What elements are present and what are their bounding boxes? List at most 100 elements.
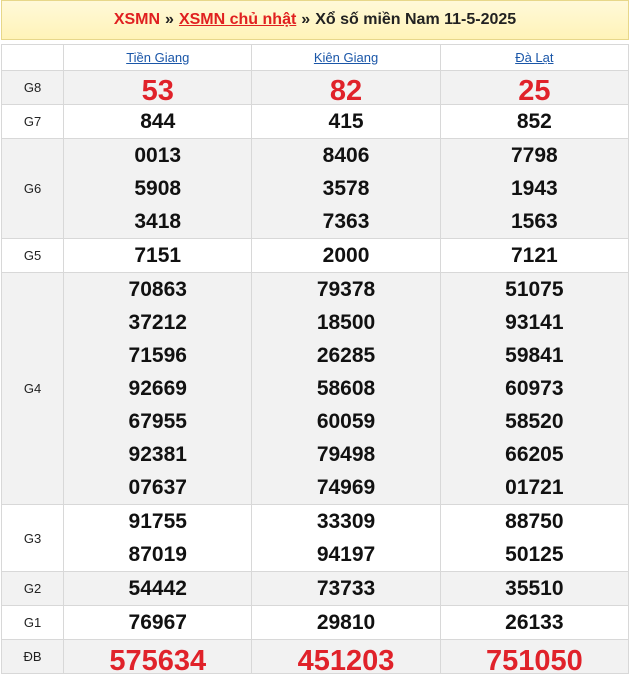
lottery-number: 852 (516, 110, 552, 133)
prize-cell: 70863 37212 71596 92669 67955 92381 07637 (63, 272, 253, 505)
lottery-number: 35510 (505, 577, 564, 600)
lottery-number: 58520 (505, 410, 564, 433)
lottery-number: 3418 (134, 210, 182, 233)
prize-cell: 8406 3578 7363 (251, 138, 441, 239)
lottery-number: 26285 (316, 344, 376, 367)
prize-cell: 88750 50125 (439, 504, 630, 572)
lottery-number: 92669 (128, 377, 187, 400)
prize-cell: 25 (439, 70, 630, 107)
lottery-number: 33309 (316, 510, 376, 533)
prize-row-g3: G3 91755 87019 33309 94197 88750 50125 (0, 504, 630, 572)
lottery-number: 74969 (316, 476, 376, 499)
prize-header-blank (0, 44, 65, 71)
lottery-number: 01721 (505, 476, 564, 499)
lottery-number: 60973 (505, 377, 564, 400)
prize-cell: 7121 (439, 238, 630, 273)
lottery-number: 7151 (134, 244, 182, 267)
prize-cell: 451203 (251, 639, 441, 677)
prize-cell: 0013 5908 3418 (63, 138, 253, 239)
prize-cell: 29810 (251, 605, 441, 640)
lottery-number: 18500 (316, 311, 376, 334)
prize-cell: 73733 (251, 571, 441, 606)
prize-cell: 415 (251, 104, 441, 139)
lottery-number: 54442 (128, 577, 187, 600)
prize-label: G4 (0, 272, 65, 505)
lottery-number: 844 (140, 110, 176, 133)
results-body: G8 53 82 25 G7 844 415 852 G6 0013 5908 3418 8406 357… (0, 70, 630, 677)
breadcrumb-section-link[interactable]: XSMN chủ nhật (179, 11, 296, 29)
prize-cell: 852 (439, 104, 630, 139)
prize-cell: 33309 94197 (251, 504, 441, 572)
prize-cell: 35510 (439, 571, 630, 606)
province-header-row: Tiền Giang Kiên Giang Đà Lạt (0, 44, 630, 71)
lottery-number: 7798 (510, 144, 558, 167)
lottery-number: 71596 (128, 344, 187, 367)
lottery-number: 67955 (128, 410, 187, 433)
lottery-number: 76967 (128, 611, 187, 634)
breadcrumb: XSMN » XSMN chủ nhật » Xổ số miền Nam 11… (1, 0, 629, 40)
province-link-kien-giang[interactable]: Kiên Giang (314, 50, 378, 65)
lottery-number: 07637 (128, 476, 187, 499)
breadcrumb-home-link[interactable]: XSMN (114, 11, 160, 29)
lottery-number: 415 (328, 110, 364, 133)
prize-cell: 82 (251, 70, 441, 107)
prize-label: G3 (0, 504, 65, 572)
lottery-number: 51075 (505, 278, 564, 301)
prize-row-g8: G8 53 82 25 (0, 70, 630, 107)
prize-label: G6 (0, 138, 65, 239)
lottery-number: 59841 (505, 344, 564, 367)
lottery-number: 8406 (322, 144, 370, 167)
lottery-number: 7363 (322, 210, 370, 233)
lottery-number: 26133 (505, 611, 564, 634)
prize-cell: 2000 (251, 238, 441, 273)
lottery-number: 751050 (485, 645, 583, 677)
prize-cell: 51075 93141 59841 60973 58520 66205 01721 (439, 272, 630, 505)
prize-cell: 91755 87019 (63, 504, 253, 572)
lottery-number: 3578 (322, 177, 370, 200)
prize-label: G8 (0, 70, 65, 105)
prize-row-g7: G7 844 415 852 (0, 104, 630, 139)
lottery-number: 451203 (297, 645, 395, 677)
lottery-number: 93141 (505, 311, 564, 334)
lottery-number: 25 (518, 75, 551, 107)
page-title: Xổ số miền Nam 11-5-2025 (315, 11, 517, 28)
prize-row-đb: ĐB 575634 451203 751050 (0, 639, 630, 677)
province-link-tien-giang[interactable]: Tiền Giang (126, 50, 189, 65)
province-header: Tiền Giang (63, 44, 253, 71)
results-table: Tiền Giang Kiên Giang Đà Lạt G8 53 82 25 G7 8… (0, 44, 630, 677)
province-link-da-lat[interactable]: Đà Lạt (515, 50, 553, 65)
prize-row-g1: G1 76967 29810 26133 (0, 605, 630, 640)
prize-cell: 575634 (63, 639, 253, 677)
lottery-number: 1943 (510, 177, 558, 200)
prize-cell: 7151 (63, 238, 253, 273)
prize-label: ĐB (0, 639, 65, 674)
prize-cell: 76967 (63, 605, 253, 640)
lottery-number: 79378 (316, 278, 376, 301)
lottery-number: 575634 (109, 645, 207, 677)
province-header: Kiên Giang (251, 44, 441, 71)
lottery-number: 1563 (510, 210, 558, 233)
prize-cell: 7798 1943 1563 (439, 138, 630, 239)
prize-row-g5: G5 7151 2000 7121 (0, 238, 630, 273)
lottery-number: 5908 (134, 177, 182, 200)
prize-cell: 53 (63, 70, 253, 107)
breadcrumb-separator: » (165, 11, 174, 28)
prize-cell: 751050 (439, 639, 630, 677)
lottery-number: 73733 (316, 577, 376, 600)
prize-cell: 79378 18500 26285 58608 60059 79498 74969 (251, 272, 441, 505)
lottery-number: 87019 (128, 543, 187, 566)
lottery-number: 37212 (128, 311, 187, 334)
prize-row-g2: G2 54442 73733 35510 (0, 571, 630, 606)
prize-label: G2 (0, 571, 65, 606)
lottery-number: 92381 (128, 443, 187, 466)
lottery-number: 79498 (316, 443, 376, 466)
prize-cell: 26133 (439, 605, 630, 640)
prize-label: G1 (0, 605, 65, 640)
lottery-number: 58608 (316, 377, 376, 400)
prize-cell: 54442 (63, 571, 253, 606)
lottery-number: 82 (329, 75, 363, 107)
prize-label: G5 (0, 238, 65, 273)
lottery-number: 50125 (505, 543, 564, 566)
prize-cell: 844 (63, 104, 253, 139)
lottery-number: 91755 (128, 510, 187, 533)
